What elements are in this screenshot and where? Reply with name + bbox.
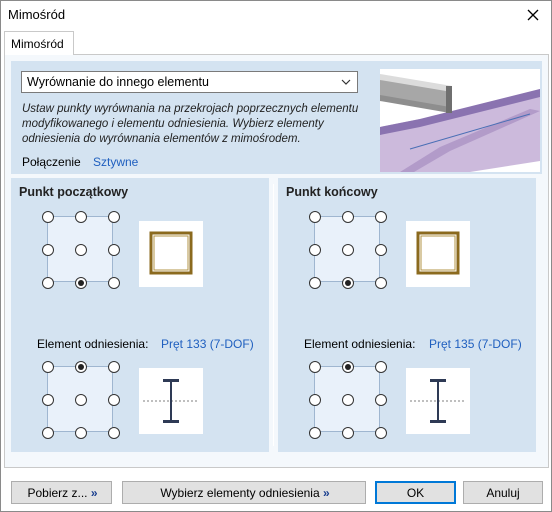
ok-button[interactable]: OK [375, 481, 456, 504]
start-ref-radio-0[interactable] [42, 361, 54, 373]
ok-label: OK [406, 486, 425, 500]
end-member-radio-4[interactable] [342, 244, 354, 256]
select-reference-members-button[interactable]: Wybierz elementy odniesienia » [122, 481, 366, 504]
end-reference-member-link[interactable]: Pręt 135 (7-DOF) [429, 337, 522, 351]
tab-panel: Wyrównanie do innego elementu Ustaw punk… [4, 54, 549, 468]
connection-type-link[interactable]: Sztywne [93, 155, 138, 169]
end-ref-radio-6[interactable] [309, 427, 321, 439]
alignment-settings-area: Wyrównanie do innego elementu Ustaw punk… [11, 61, 542, 174]
start-reference-member-link[interactable]: Pręt 133 (7-DOF) [161, 337, 254, 351]
select-reference-members-label: Wybierz elementy odniesienia [160, 486, 320, 500]
end-reference-section-preview [406, 368, 470, 434]
start-point-section: Punkt początkowy Element odniesienia: Pr… [11, 178, 269, 452]
double-chevron-icon: » [90, 486, 98, 500]
start-ref-radio-3[interactable] [42, 394, 54, 406]
start-member-alignment-grid [42, 211, 120, 289]
end-ref-radio-8[interactable] [375, 427, 387, 439]
section-divider [273, 184, 274, 446]
double-chevron-icon: » [322, 486, 330, 500]
chevron-down-icon [341, 79, 351, 85]
start-ref-radio-2[interactable] [108, 361, 120, 373]
dropdown-selected-value: Wyrównanie do innego elementu [27, 75, 209, 89]
start-reference-section-preview [139, 368, 203, 434]
close-icon[interactable] [523, 5, 543, 25]
window-title: Mimośród [8, 7, 66, 22]
start-member-radio-7[interactable] [75, 277, 87, 289]
end-member-radio-1[interactable] [342, 211, 354, 223]
end-member-radio-2[interactable] [375, 211, 387, 223]
end-ref-radio-0[interactable] [309, 361, 321, 373]
alignment-mode-dropdown[interactable]: Wyrównanie do innego elementu [21, 71, 358, 93]
start-ref-radio-6[interactable] [42, 427, 54, 439]
end-ref-radio-2[interactable] [375, 361, 387, 373]
fetch-from-label: Pobierz z... [27, 486, 88, 500]
end-member-radio-6[interactable] [309, 277, 321, 289]
description-text: Ustaw punkty wyrównania na przekrojach p… [22, 103, 359, 145]
end-ref-radio-4[interactable] [342, 394, 354, 406]
start-ref-radio-8[interactable] [108, 427, 120, 439]
start-reference-alignment-grid [42, 361, 120, 439]
end-member-radio-3[interactable] [309, 244, 321, 256]
fetch-from-button[interactable]: Pobierz z... » [11, 481, 112, 504]
end-ref-radio-3[interactable] [309, 394, 321, 406]
start-member-radio-5[interactable] [108, 244, 120, 256]
start-ref-radio-7[interactable] [75, 427, 87, 439]
start-member-radio-1[interactable] [75, 211, 87, 223]
cancel-label: Anuluj [486, 486, 520, 500]
end-member-section-preview [406, 221, 470, 287]
start-member-radio-3[interactable] [42, 244, 54, 256]
end-ref-radio-1[interactable] [342, 361, 354, 373]
end-member-alignment-grid [309, 211, 387, 289]
connection-label: Połączenie [22, 155, 81, 169]
end-member-radio-7[interactable] [342, 277, 354, 289]
eccentric-beams-illustration [380, 69, 540, 172]
start-member-radio-0[interactable] [42, 211, 54, 223]
end-reference-alignment-grid [309, 361, 387, 439]
end-ref-radio-5[interactable] [375, 394, 387, 406]
end-point-title: Punkt końcowy [286, 185, 378, 199]
cancel-button[interactable]: Anuluj [463, 481, 543, 504]
start-member-radio-4[interactable] [75, 244, 87, 256]
start-point-title: Punkt początkowy [19, 185, 129, 199]
start-ref-radio-1[interactable] [75, 361, 87, 373]
end-ref-radio-7[interactable] [342, 427, 354, 439]
start-member-radio-6[interactable] [42, 277, 54, 289]
end-member-radio-8[interactable] [375, 277, 387, 289]
end-member-radio-0[interactable] [309, 211, 321, 223]
start-member-section-preview [139, 221, 203, 287]
end-reference-label: Element odniesienia: [304, 337, 416, 351]
end-point-section: Punkt końcowy Element odniesienia: Pręt … [278, 178, 536, 452]
start-member-radio-2[interactable] [108, 211, 120, 223]
start-reference-label: Element odniesienia: [37, 337, 149, 351]
fetch-from-button-content: Pobierz z... » [12, 486, 111, 500]
title-bar: Mimośród [1, 1, 551, 29]
select-reference-members-content: Wybierz elementy odniesienia » [123, 486, 365, 500]
tab-mimosrod[interactable]: Mimośród [4, 31, 74, 55]
end-member-radio-5[interactable] [375, 244, 387, 256]
start-member-radio-8[interactable] [108, 277, 120, 289]
start-ref-radio-4[interactable] [75, 394, 87, 406]
dialog-window: Mimośród Mimośród Wyrównanie do innego e… [0, 0, 552, 512]
tab-label: Mimośród [11, 37, 64, 51]
start-ref-radio-5[interactable] [108, 394, 120, 406]
